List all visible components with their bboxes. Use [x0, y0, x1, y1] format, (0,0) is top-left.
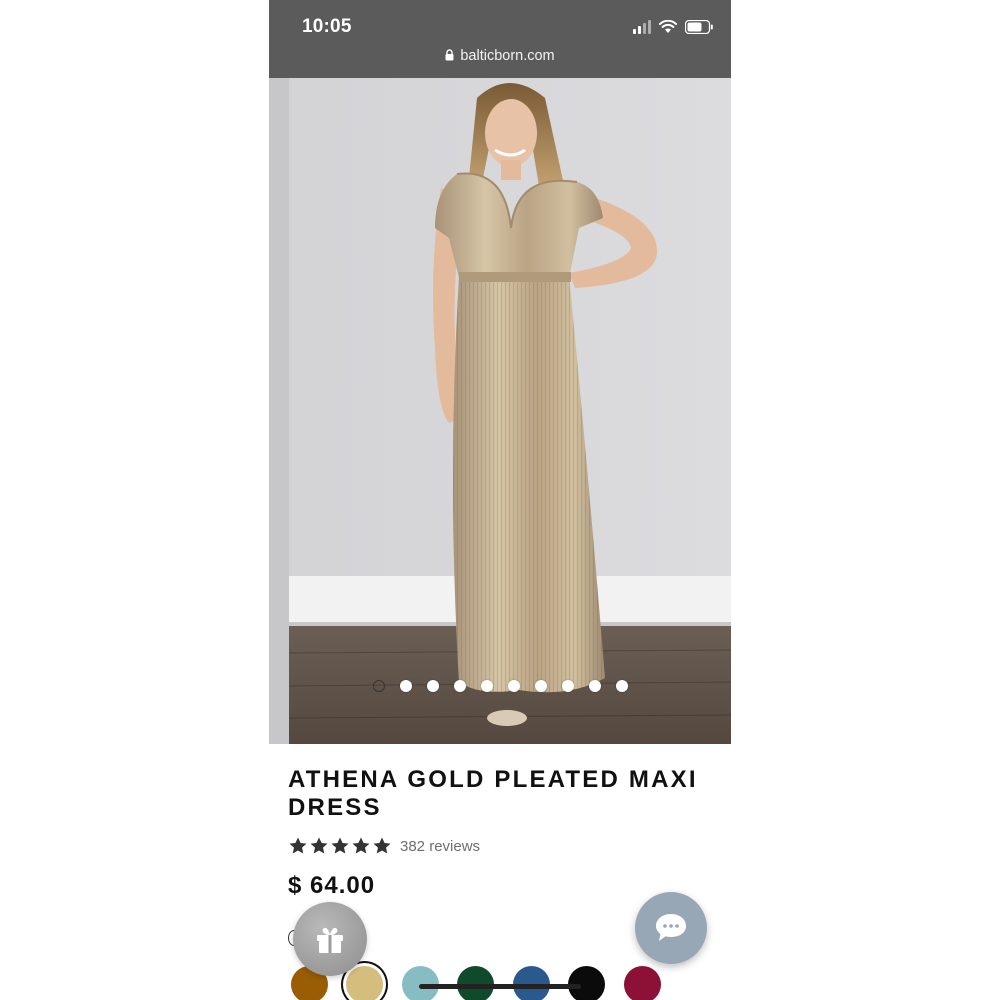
wifi-icon [659, 20, 677, 34]
product-photo [269, 78, 731, 744]
carousel-dot[interactable] [426, 680, 439, 692]
review-count-link[interactable]: 382 reviews [400, 838, 480, 855]
swatch-teal[interactable] [402, 966, 439, 1000]
clock: 10:05 [302, 16, 352, 37]
swatch-gold[interactable] [346, 966, 383, 1000]
carousel-dot[interactable] [507, 680, 520, 692]
phone-screen: 10:05 balticborn.com ATHENA GOLD PLEATED… [269, 0, 731, 1000]
carousel-dot[interactable] [615, 680, 628, 692]
chat-button[interactable] [635, 892, 707, 964]
star-icon [331, 837, 349, 854]
address-bar[interactable]: balticborn.com [269, 48, 731, 65]
carousel-dot[interactable] [372, 680, 385, 692]
swatch-scrollbar[interactable] [419, 984, 581, 989]
gift-rewards-button[interactable] [293, 902, 367, 976]
rating-row[interactable]: 382 reviews [288, 836, 718, 856]
star-rating [288, 836, 392, 856]
carousel-dot[interactable] [534, 680, 547, 692]
star-icon [289, 837, 307, 854]
chat-bubble-icon [656, 914, 686, 941]
lock-icon [445, 49, 454, 65]
carousel-dot[interactable] [480, 680, 493, 692]
star-icon [373, 837, 391, 854]
product-info: ATHENA GOLD PLEATED MAXI DRESS 382 revie… [288, 766, 718, 900]
carousel-dot[interactable] [588, 680, 601, 692]
status-bar: 10:05 balticborn.com [269, 0, 731, 78]
swatch-black[interactable] [568, 966, 605, 1000]
carousel-dots [269, 680, 731, 692]
status-icons [633, 20, 713, 34]
star-icon [310, 837, 328, 854]
carousel-dot[interactable] [399, 680, 412, 692]
signal-icon [633, 20, 651, 34]
swatch-emerald[interactable] [457, 966, 494, 1000]
swatch-burgundy[interactable] [624, 966, 661, 1000]
gift-icon [317, 927, 343, 953]
swatch-blue[interactable] [513, 966, 550, 1000]
battery-icon [685, 20, 713, 34]
product-image-carousel[interactable] [269, 78, 731, 744]
product-title: ATHENA GOLD PLEATED MAXI DRESS [288, 766, 698, 821]
star-icon [352, 837, 370, 854]
url-text: balticborn.com [460, 48, 555, 64]
carousel-dot[interactable] [453, 680, 466, 692]
carousel-dot[interactable] [561, 680, 574, 692]
